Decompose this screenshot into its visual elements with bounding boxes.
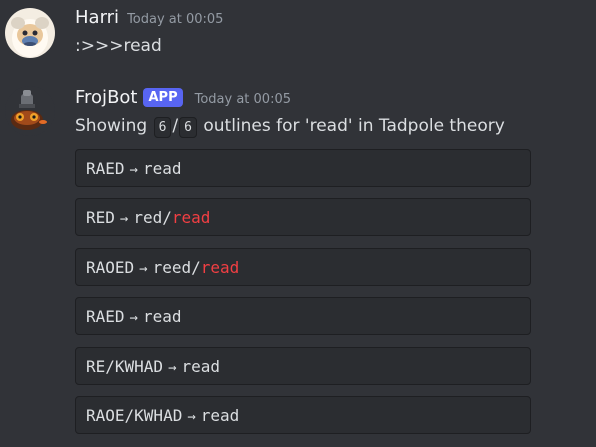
message-bot: FrojBot APP Today at 00:05 Showing 6/6 o… [0,80,596,447]
shown-count-code: 6 [153,117,172,138]
outline-stroke: RAOE/KWHAD [86,406,183,425]
outline-word: reed/ [152,258,201,277]
outline-word: read [200,406,240,425]
bot-username[interactable]: FrojBot [75,87,137,108]
outline-block: RAOE/KWHAD → read [75,396,531,434]
user-username[interactable]: Harri [75,7,119,28]
count-separator: / [172,116,179,136]
arrow-icon: → [168,360,177,376]
arrow-icon: → [139,261,148,277]
outline-word: read [181,357,221,376]
message-user: Harri Today at 00:05 :>>>read [0,0,596,70]
outline-word: red/ [133,208,172,227]
arrow-icon: → [129,310,138,326]
bot-timestamp[interactable]: Today at 00:05 [195,92,291,107]
user-avatar[interactable] [5,8,55,58]
outline-conflict: read [200,258,240,277]
outline-block: RAED → read [75,149,531,187]
arrow-icon: → [119,211,129,227]
monkey-avatar-icon [5,8,55,58]
arrow-icon: → [187,409,196,425]
bot-avatar[interactable] [5,86,55,136]
user-message-text: :>>>read [75,36,162,56]
intro-suffix: outlines for 'read' in Tadpole theory [203,116,505,136]
outline-conflict: read [171,208,211,227]
frog-bot-avatar-icon [5,86,55,136]
outline-block: RAOED → reed/read [75,248,531,286]
intro-prefix: Showing [75,116,148,136]
bot-message-header: FrojBot APP Today at 00:05 [75,87,291,111]
outline-block: RE/KWHAD → read [75,347,531,385]
outline-stroke: RAED [86,307,125,326]
arrow-icon: → [129,162,138,178]
outline-stroke: RE/KWHAD [86,357,164,376]
outline-word: read [142,159,182,178]
total-count-code: 6 [179,117,197,138]
bot-intro-text: Showing 6/6 outlines for 'read' in Tadpo… [75,116,505,138]
app-tag-badge: APP [143,88,183,107]
outline-stroke: RED [86,208,115,227]
outline-stroke: RAED [86,159,125,178]
user-timestamp[interactable]: Today at 00:05 [127,12,223,27]
outline-block: RED → red/read [75,198,531,236]
outline-word: read [142,307,182,326]
outline-block: RAED → read [75,297,531,335]
outline-stroke: RAOED [86,258,135,277]
user-message-header: Harri Today at 00:05 [75,7,223,31]
